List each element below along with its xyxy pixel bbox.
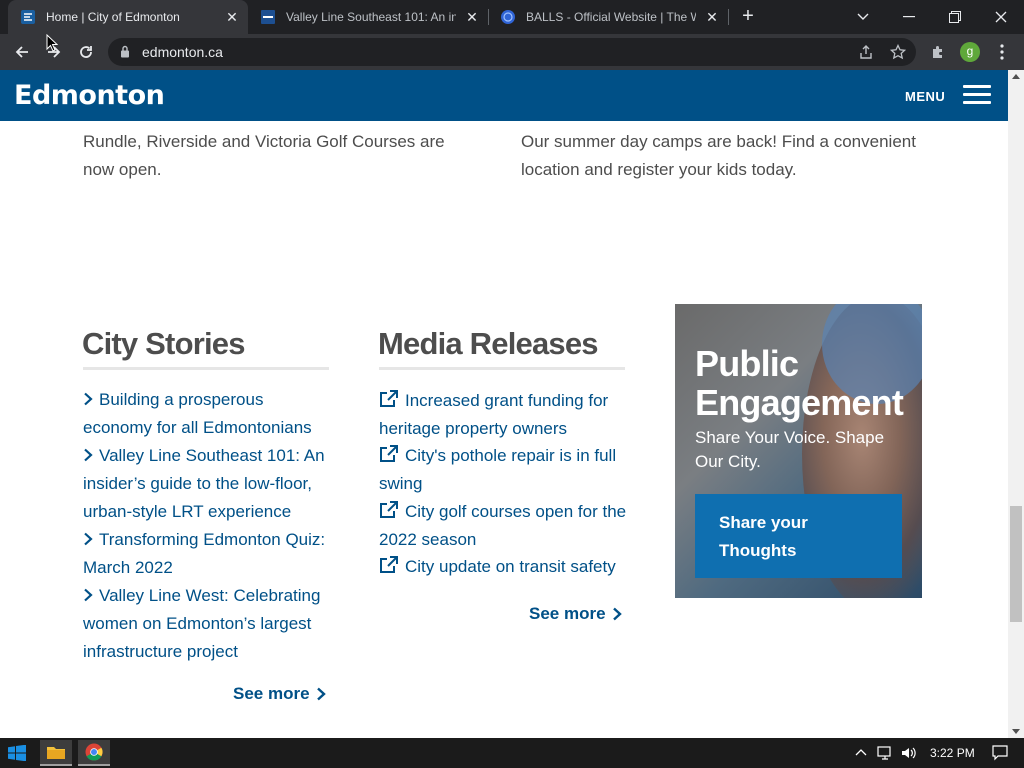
see-more-label: See more [233,684,310,703]
media-release-text: City's pothole repair is in full swing [379,446,617,494]
page-viewport: Edmonton MENU Rundle, Riverside and Vict… [0,70,1008,738]
story-link-text: Building a prosperous economy for all Ed… [83,390,312,437]
external-link-icon [380,390,398,407]
heading-divider [83,367,329,370]
address-bar[interactable]: edmonton.ca [108,38,916,66]
external-link-icon [380,445,398,463]
lock-icon [121,45,129,58]
tab-title: BALLS - Official Website | The Wo [526,10,696,24]
reload-icon [80,46,92,58]
media-release-link[interactable]: City golf courses open for the 2022 seas… [379,498,631,553]
scroll-down-arrow-icon[interactable] [1012,729,1020,734]
site-header: Edmonton MENU [0,70,1008,121]
show-hidden-icons-icon[interactable] [855,748,867,756]
notifications-icon[interactable] [992,745,1008,761]
media-release-text: Increased grant funding for heritage pro… [379,391,609,438]
more-menu-icon[interactable] [992,42,1012,62]
restore-icon[interactable] [932,0,978,34]
media-releases-see-more-link[interactable]: See more [529,604,622,624]
tab-search-icon[interactable] [840,0,886,34]
story-link-text: Valley Line Southeast 101: An insider’s … [83,446,325,521]
see-more-label: See more [529,604,606,623]
browser-tab-bar: Home | City of Edmonton ✕ Valley Line So… [0,0,1024,34]
close-tab-icon[interactable]: ✕ [464,9,480,25]
back-button[interactable] [10,40,34,64]
chevron-right-icon [84,588,93,602]
edmonton-logo[interactable]: Edmonton [14,80,165,111]
tab-title: Home | City of Edmonton [46,10,180,24]
city-stories-list: Building a prosperous economy for all Ed… [83,386,335,666]
media-release-text: City golf courses open for the 2022 seas… [379,501,627,549]
file-explorer-taskbar-button[interactable] [40,740,72,766]
media-release-link[interactable]: City's pothole repair is in full swing [379,442,631,497]
chevron-right-icon [84,532,93,546]
edmonton-dark-favicon-icon [261,10,275,24]
chevron-right-icon [316,687,326,701]
tab-balls[interactable]: BALLS - Official Website | The Wo ✕ [488,0,728,34]
story-link-text: Valley Line West: Celebrating women on E… [83,586,321,661]
extensions-icon[interactable] [928,42,948,62]
heading-divider [379,367,625,370]
mouse-cursor-icon [46,34,58,52]
hamburger-menu-icon[interactable] [963,85,991,105]
url-text: edmonton.ca [142,44,223,60]
public-engagement-subtitle: Share Your Voice. Shape Our City. [695,428,885,471]
golf-courses-teaser: Rundle, Riverside and Victoria Golf Cour… [83,132,445,179]
day-camps-teaser: Our summer day camps are back! Find a co… [521,132,916,179]
share-your-thoughts-button[interactable]: Share your Thoughts [695,494,902,578]
share-icon[interactable] [858,44,874,60]
chevron-right-icon [84,448,93,462]
arrow-left-icon [15,46,28,58]
menu-label[interactable]: MENU [905,89,945,104]
tab-valley-line[interactable]: Valley Line Southeast 101: An insid ✕ [248,0,488,34]
chrome-taskbar-button[interactable] [78,740,110,766]
close-tab-icon[interactable]: ✕ [704,9,720,25]
new-tab-button[interactable]: + [738,6,758,26]
chevron-right-icon [612,607,622,621]
page-scrollbar[interactable] [1008,70,1024,738]
reload-button[interactable] [74,40,98,64]
public-engagement-title: Public Engagement [695,343,904,423]
external-link-icon [380,500,398,518]
profile-avatar[interactable]: g [960,42,980,62]
windows-taskbar: 3:22 PM [0,738,1024,768]
folder-icon [47,747,65,759]
external-link-icon [380,556,398,574]
close-window-icon[interactable] [978,0,1024,34]
edmonton-favicon-icon [21,10,35,24]
story-link-text: Transforming Edmonton Quiz: March 2022 [83,530,326,577]
story-link[interactable]: Building a prosperous economy for all Ed… [83,386,335,442]
story-link[interactable]: Valley Line West: Celebrating women on E… [83,582,335,666]
media-release-link[interactable]: Increased grant funding for heritage pro… [379,387,631,442]
bookmark-star-icon[interactable] [890,44,906,60]
city-stories-heading: City Stories [82,326,245,361]
city-stories-see-more-link[interactable]: See more [233,684,326,704]
chevron-right-icon [84,392,93,406]
browser-toolbar: edmonton.ca g [0,34,1024,70]
media-release-text: City update on transit safety [405,557,616,577]
media-releases-list: Increased grant funding for heritage pro… [379,387,631,581]
chrome-icon [85,743,103,761]
globe-favicon-icon [501,10,515,24]
close-tab-icon[interactable]: ✕ [224,9,240,25]
tab-city-of-edmonton[interactable]: Home | City of Edmonton ✕ [8,0,248,34]
volume-icon[interactable] [901,746,917,760]
public-engagement-card: Public Engagement Share Your Voice. Shap… [675,304,922,598]
media-releases-heading: Media Releases [378,326,599,361]
scroll-up-arrow-icon[interactable] [1012,74,1020,79]
clock-time[interactable]: 3:22 PM [930,746,975,760]
media-release-link[interactable]: City update on transit safety [379,553,631,581]
scroll-thumb[interactable] [1010,506,1022,622]
minimize-icon[interactable] [886,0,932,34]
windows-start-icon[interactable] [8,745,26,761]
tab-separator [728,9,729,25]
network-icon[interactable] [877,746,893,760]
story-link[interactable]: Transforming Edmonton Quiz: March 2022 [83,526,335,582]
tab-title: Valley Line Southeast 101: An insid [286,10,456,24]
story-link[interactable]: Valley Line Southeast 101: An insider’s … [83,442,335,526]
